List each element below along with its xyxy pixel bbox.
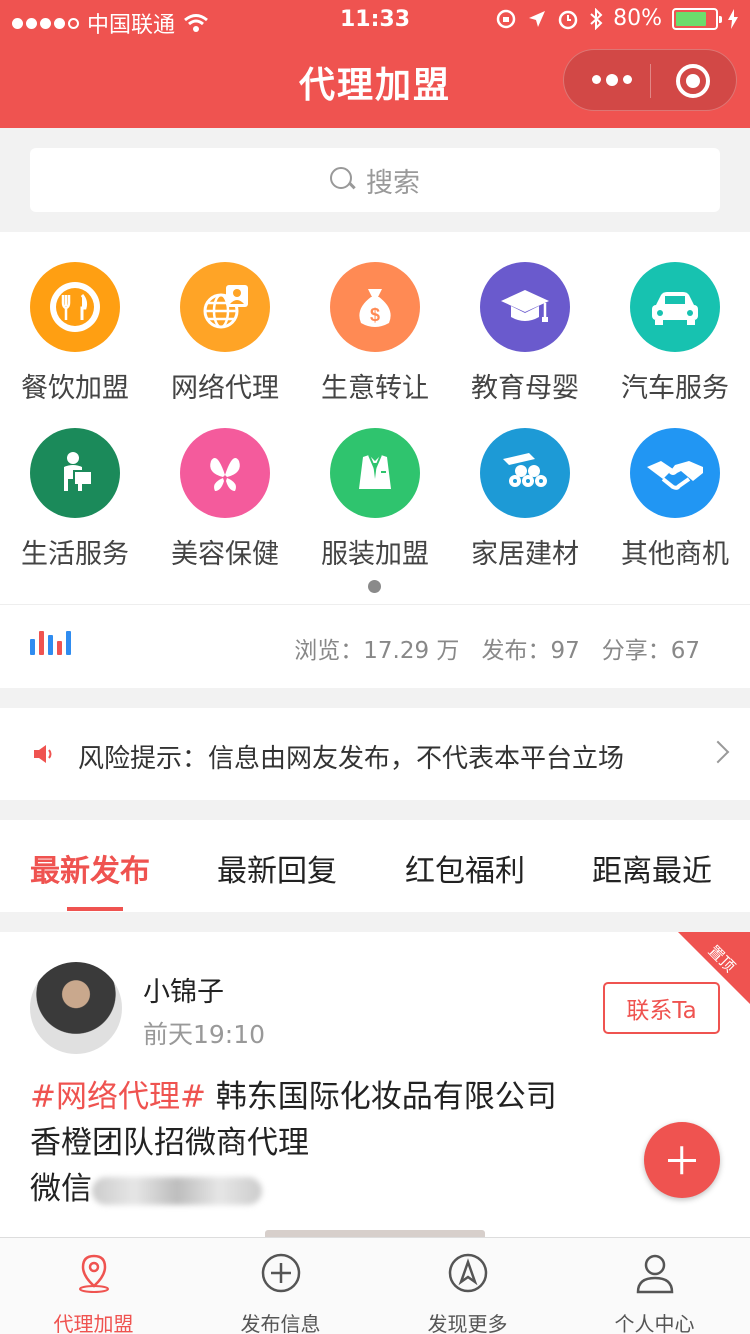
top-header: 中国联通 11:33 80% 代理加盟	[0, 0, 750, 128]
graduation-cap-icon	[480, 262, 570, 352]
rotation-lock-icon	[496, 9, 516, 28]
post-username: 小锦子	[143, 977, 224, 1008]
views-count: 浏览：17.29 万	[294, 638, 460, 664]
category-item[interactable]: 生活服务	[0, 428, 150, 571]
avatar[interactable]	[30, 962, 122, 1054]
category-label: 其他商机	[621, 539, 729, 570]
category-label: 美容保健	[171, 539, 279, 570]
category-item[interactable]: 家居建材	[450, 428, 600, 571]
globe-id-icon	[180, 262, 270, 352]
battery-percent: 80%	[613, 6, 662, 31]
category-item[interactable]: 服装加盟	[300, 428, 450, 571]
post-line1: 韩东国际化妆品有限公司	[205, 1079, 557, 1115]
handshake-icon	[630, 428, 720, 518]
location-pin-icon	[79, 1254, 109, 1293]
category-label: 餐饮加盟	[21, 373, 129, 404]
pager-dot[interactable]	[368, 580, 381, 593]
bluetooth-icon	[590, 7, 603, 30]
pinned-badge: 置顶	[678, 932, 750, 1004]
location-arrow-icon	[529, 10, 546, 27]
car-icon	[630, 262, 720, 352]
shares-count: 分享：67	[601, 638, 700, 664]
user-icon	[636, 1254, 674, 1294]
bar-chart-icon	[30, 629, 71, 655]
category-label: 教育母婴	[471, 373, 579, 404]
category-label: 网络代理	[171, 373, 279, 404]
utensils-icon	[30, 262, 120, 352]
tabbar-item-agency[interactable]: 代理加盟	[0, 1238, 187, 1334]
post-line2: 香橙团队招微商代理	[30, 1125, 309, 1161]
stats-text: 浏览：17.29 万 发布：97 分享：67	[294, 631, 700, 665]
category-item[interactable]: 餐饮加盟	[0, 262, 150, 405]
posts-count: 发布：97	[481, 638, 580, 664]
category-label: 生活服务	[21, 539, 129, 570]
search-icon	[330, 167, 356, 193]
close-miniprogram-button[interactable]	[676, 64, 710, 98]
post-wechat-prefix: 微信	[30, 1171, 92, 1207]
risk-notice[interactable]: 风险提示：信息由网友发布，不代表本平台立场	[0, 708, 750, 800]
active-tab-indicator	[67, 907, 123, 911]
tabbar-label: 代理加盟	[53, 1312, 134, 1334]
add-post-button[interactable]	[644, 1122, 720, 1198]
tab-latest[interactable]: 最新发布	[30, 846, 150, 890]
category-label: 服装加盟	[321, 539, 429, 570]
category-item[interactable]: 其他商机	[600, 428, 750, 571]
alarm-icon	[558, 10, 578, 29]
tab-nearest[interactable]: 距离最近	[592, 846, 712, 890]
tabbar-label: 个人中心	[614, 1312, 695, 1334]
money-bag-icon: $	[330, 262, 420, 352]
category-item[interactable]: 网络代理	[150, 262, 300, 405]
category-item[interactable]: 美容保健	[150, 428, 300, 571]
feed-tabs: 最新发布 最新回复 红包福利 距离最近	[0, 820, 750, 912]
chevron-right-icon	[706, 740, 730, 764]
category-item[interactable]: $ 生意转让	[300, 262, 450, 405]
speaker-icon	[34, 745, 52, 763]
tab-latest-reply[interactable]: 最新回复	[217, 846, 337, 890]
butterfly-icon	[180, 428, 270, 518]
post-tag[interactable]: #网络代理#	[30, 1079, 206, 1115]
category-item[interactable]: 汽车服务	[600, 262, 750, 405]
tabbar-item-discover[interactable]: 发现更多	[374, 1238, 561, 1334]
compass-icon	[448, 1253, 488, 1293]
suit-icon	[330, 428, 420, 518]
category-grid: 餐饮加盟 网络代理 $ 生意转让 教育母婴 汽车服务 生活服务 美容保健 服装加…	[0, 232, 750, 604]
search-input[interactable]: 搜索	[30, 148, 720, 212]
stats-bar: 浏览：17.29 万 发布：97 分享：67	[0, 604, 750, 688]
category-label: 生意转让	[321, 373, 429, 404]
battery-icon	[672, 7, 722, 30]
pinned-label: 置顶	[704, 941, 739, 976]
tabbar-item-profile[interactable]: 个人中心	[561, 1238, 748, 1334]
tabbar-label: 发现更多	[427, 1312, 508, 1334]
more-menu-button[interactable]	[592, 74, 632, 86]
category-label: 汽车服务	[621, 373, 729, 404]
delivery-person-icon	[30, 428, 120, 518]
charging-icon	[728, 8, 738, 29]
timber-icon	[480, 428, 570, 518]
plus-circle-icon	[261, 1253, 301, 1293]
status-right: 80%	[495, 6, 738, 31]
tab-red-packet[interactable]: 红包福利	[405, 846, 525, 890]
search-area: 搜索	[0, 128, 750, 232]
search-placeholder: 搜索	[366, 167, 420, 199]
category-item[interactable]: 教育母婴	[450, 262, 600, 405]
blurred-contact	[92, 1176, 262, 1205]
bottom-tabbar: 代理加盟 发布信息 发现更多 个人中心	[0, 1237, 750, 1334]
post-card[interactable]: 小锦子 前天19:10 联系Ta 置顶 #网络代理# 韩东国际化妆品有限公司 香…	[0, 932, 750, 1237]
notice-text: 风险提示：信息由网友发布，不代表本平台立场	[78, 744, 625, 774]
svg-text:$: $	[370, 305, 380, 325]
post-image[interactable]	[265, 1230, 485, 1237]
status-bar: 中国联通 11:33 80%	[0, 0, 750, 40]
post-time: 前天19:10	[143, 1020, 266, 1049]
tabbar-label: 发布信息	[240, 1312, 321, 1334]
miniprogram-capsule	[563, 49, 737, 111]
tabbar-item-publish[interactable]: 发布信息	[187, 1238, 374, 1334]
category-label: 家居建材	[471, 539, 579, 570]
post-content[interactable]: #网络代理# 韩东国际化妆品有限公司 香橙团队招微商代理 微信	[30, 1074, 630, 1212]
